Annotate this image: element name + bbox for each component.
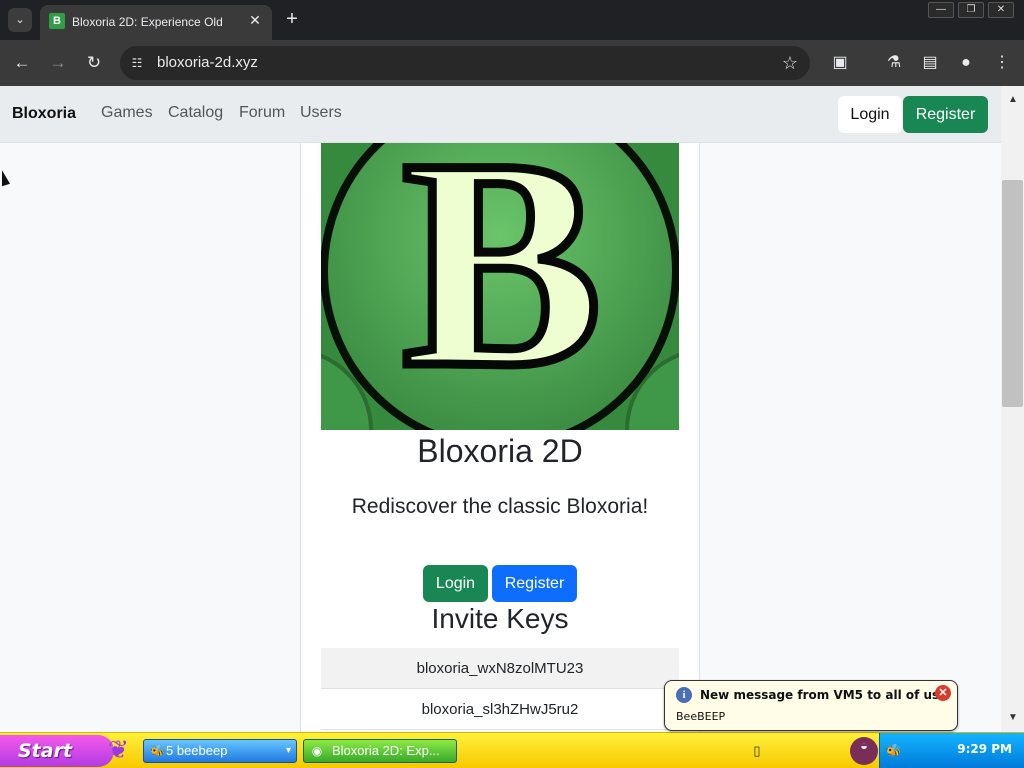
desktop-screen: ⌄ B Bloxoria 2D: Experience Old ✕ + — ❐ … [0,0,1024,768]
bloxoria-favicon: B [49,13,65,29]
site-navigation: Bloxoria Games Catalog Forum Users Login… [0,86,1001,143]
close-icon[interactable]: ✕ [246,11,264,29]
logo-letter: B [402,143,602,429]
taskbar-beebeep-button[interactable]: 🐝 5 beebeep ▾ [143,739,297,763]
address-bar[interactable]: ☷ bloxoria-2d.xyz ☆ [120,46,810,80]
bloxoria-logo-graphic: B [321,143,679,430]
mouse-cursor [2,170,10,192]
hero-subtitle: Rediscover the classic Bloxoria! [351,495,649,518]
close-icon[interactable]: ✕ [988,2,1014,18]
bloxoria-logo: B [321,143,679,430]
header-register-button[interactable]: Register [903,96,988,133]
taskbar-browser-button[interactable]: ◉ Bloxoria 2D: Exp... [303,739,457,763]
scrollbar-thumb[interactable] [1002,180,1023,407]
nav-link-forum[interactable]: Forum [239,104,285,122]
star-icon[interactable]: ☆ [780,53,800,73]
close-icon[interactable]: ✕ [935,685,951,701]
window-controls: — ❐ ✕ [928,2,1014,18]
notification-balloon[interactable]: i New message from VM5 to all of us BeeB… [664,680,958,731]
browser-icon: ◉ [311,744,323,758]
taskbar-clock[interactable]: 9:29 PM [957,742,1012,756]
web-page-viewport: Bloxoria Games Catalog Forum Users Login… [0,86,1001,732]
nav-link-games[interactable]: Games [101,104,153,122]
scroll-down-icon[interactable]: ▼ [1008,713,1018,723]
invite-key-row: bloxoria_wxN8zolMTU23 [321,648,679,689]
page-title: Bloxoria 2D [417,433,583,469]
back-arrow-icon[interactable]: ← [11,52,33,74]
taskbar-beebeep-label: 5 beebeep [166,743,228,758]
profile-icon[interactable]: ● [955,52,977,74]
page-scrollbar[interactable]: ▲ ▼ [1001,86,1024,732]
more-vertical-icon[interactable]: ⋮ [991,52,1013,74]
hero-register-button[interactable]: Register [492,565,577,602]
puzzle-icon[interactable]: ▣ [829,52,851,74]
main-content-card: B Bloxoria 2D Rediscover the classic Blo… [300,143,700,732]
tray-app-icon[interactable]: ▯ [748,742,766,760]
scroll-up-icon[interactable]: ▲ [1008,95,1018,105]
start-leaf-icon: ❦ [108,736,129,764]
site-info-icon[interactable]: ☷ [128,54,146,72]
browser-tab-bar: ⌄ B Bloxoria 2D: Experience Old ✕ + — ❐ … [0,0,1024,40]
reload-icon[interactable]: ↻ [83,52,105,74]
restore-icon[interactable]: ❐ [958,2,984,18]
nav-link-users[interactable]: Users [300,104,342,122]
chat-icon[interactable]: ◒ [850,737,878,765]
browser-toolbar: ← → ↻ ☷ bloxoria-2d.xyz ☆ ▣ ⚗ ▤ ● ⋮ [0,40,1024,86]
notification-body: BeeBEEP [676,710,726,723]
forward-arrow-icon[interactable]: → [47,52,69,74]
side-panel-icon[interactable]: ▤ [919,52,941,74]
url-text: bloxoria-2d.xyz [157,54,258,71]
chevron-down-icon[interactable]: ▾ [286,740,291,762]
taskbar-browser-label: Bloxoria 2D: Exp... [332,743,440,758]
notification-title: New message from VM5 to all of us [700,688,940,702]
plus-icon[interactable]: + [281,8,303,30]
taskbar: Start ❦ 🐝 5 beebeep ▾ ◉ Bloxoria 2D: Exp… [0,732,1024,768]
invite-key-row: bloxoria_sl3hZHwJ5ru2 [321,689,679,730]
active-browser-tab[interactable]: B Bloxoria 2D: Experience Old ✕ [40,5,272,40]
minimize-icon[interactable]: — [928,2,954,18]
chevron-down-icon[interactable]: ⌄ [8,8,32,32]
nav-link-catalog[interactable]: Catalog [168,104,223,122]
bee-icon: 🐝 [150,744,165,758]
flask-icon[interactable]: ⚗ [883,52,905,74]
invite-keys-heading: Invite Keys [431,603,569,634]
start-button[interactable]: Start [0,735,114,767]
tab-title: Bloxoria 2D: Experience Old [72,15,223,29]
system-tray: ▯ ◒ 🐝 9:29 PM [753,733,1024,768]
bee-icon[interactable]: 🐝 [885,742,903,760]
header-login-button[interactable]: Login [838,96,902,133]
hero-login-button[interactable]: Login [423,565,488,602]
info-icon: i [676,687,692,703]
site-brand[interactable]: Bloxoria [12,105,76,123]
